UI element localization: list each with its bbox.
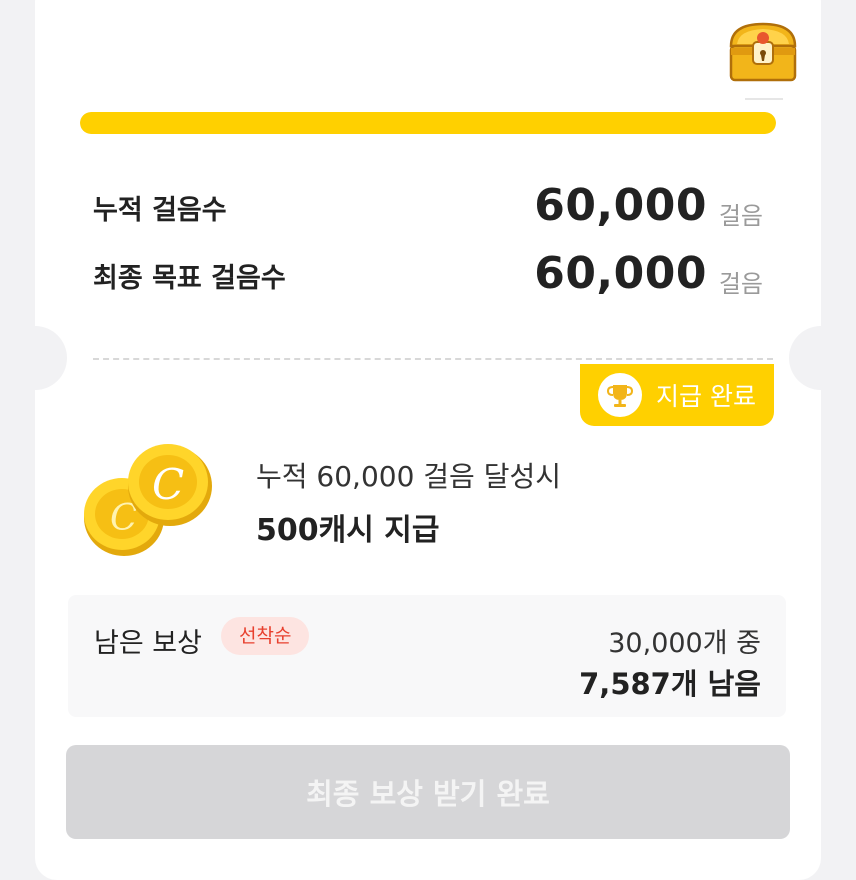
chest-divider (745, 98, 783, 100)
svg-text:C: C (152, 460, 184, 509)
remaining-total: 30,000개 중 (608, 628, 761, 659)
remaining-rewards-box: 남은 보상 선착순 30,000개 중 7,587개 남음 (68, 595, 786, 717)
coins-icon: C C (80, 440, 220, 565)
progress-bar (80, 112, 776, 134)
goal-steps-row: 최종 목표 걸음수 60,000 걸음 (93, 248, 765, 299)
reward-condition: 누적 60,000 걸음 달성시 (256, 460, 561, 493)
paid-complete-badge: 지급 완료 (580, 364, 774, 426)
cumulative-steps-label: 누적 걸음수 (93, 195, 227, 226)
cumulative-steps-row: 누적 걸음수 60,000 걸음 (93, 180, 765, 231)
reward-amount: 500캐시 지급 (256, 513, 440, 548)
remaining-count: 7,587개 남음 (579, 667, 761, 701)
first-come-badge: 선착순 (221, 617, 310, 655)
final-reward-button[interactable]: 최종 보상 받기 완료 (66, 745, 790, 839)
goal-steps-label: 최종 목표 걸음수 (93, 263, 286, 294)
treasure-chest-icon[interactable] (725, 20, 801, 84)
cumulative-steps-value: 60,000 (534, 180, 707, 231)
goal-steps-unit: 걸음 (718, 270, 763, 298)
ticket-notch-right (789, 326, 853, 390)
paid-complete-label: 지급 완료 (656, 382, 756, 411)
ticket-notch-left (3, 326, 67, 390)
trophy-icon (598, 373, 642, 417)
cumulative-steps-unit: 걸음 (718, 202, 763, 230)
progress-fill (80, 112, 776, 134)
dashed-divider (93, 358, 773, 360)
goal-steps-value: 60,000 (534, 248, 707, 299)
remaining-rewards-label: 남은 보상 (94, 628, 202, 659)
